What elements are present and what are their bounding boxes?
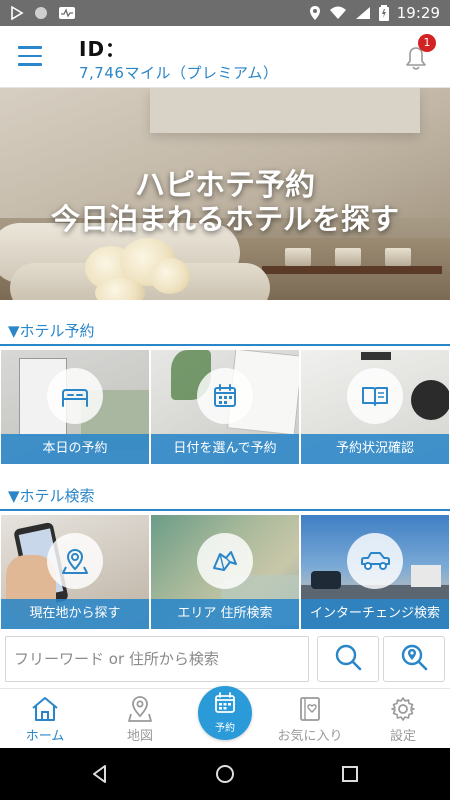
circle-icon [34, 6, 48, 20]
signal-icon [355, 6, 371, 20]
tile-label: エリア 住所検索 [151, 599, 299, 629]
tile-select-date[interactable]: 日付を選んで予約 [151, 350, 299, 464]
nav-map-label: 地図 [126, 729, 153, 744]
bed-icon [47, 368, 103, 424]
nav-home-label: ホーム [25, 729, 65, 744]
activity-icon [58, 6, 76, 20]
tile-label: 本日の予約 [1, 434, 149, 464]
miles-balance: 7,746マイル（プレミアム） [79, 64, 279, 82]
section-title-reservation: ▼ホテル予約 [8, 322, 95, 340]
map-search-button[interactable] [383, 636, 445, 682]
tile-label: 予約状況確認 [301, 434, 449, 464]
section-divider [0, 509, 450, 511]
home-circle-icon[interactable] [213, 762, 237, 786]
nav-home[interactable]: ホーム [0, 689, 90, 747]
nav-favorites[interactable]: お気に入り [265, 689, 355, 747]
battery-icon [378, 5, 389, 21]
play-store-icon [10, 6, 24, 20]
gear-icon [389, 695, 417, 723]
location-map-icon [47, 533, 103, 589]
favorite-book-icon [297, 695, 323, 723]
nav-reserve-label: 予約 [215, 723, 235, 734]
home-icon [30, 695, 60, 723]
location-icon [309, 5, 321, 21]
system-navigation-bar [0, 748, 450, 800]
user-id-label: ID： [79, 37, 127, 61]
recent-apps-icon[interactable] [338, 762, 362, 786]
tile-interchange-search[interactable]: インターチェンジ検索 [301, 515, 449, 629]
app-header: ID： 7,746マイル（プレミアム） 1 [0, 26, 450, 88]
tile-area-address-search[interactable]: エリア 住所検索 [151, 515, 299, 629]
tile-label: インターチェンジ検索 [301, 599, 449, 629]
calendar-icon [197, 368, 253, 424]
tile-today-reservation[interactable]: 本日の予約 [1, 350, 149, 464]
section-divider [0, 344, 450, 346]
map-pin-icon [127, 695, 153, 723]
status-time: 19:29 [396, 4, 440, 22]
nav-map[interactable]: 地図 [95, 689, 185, 747]
book-icon [347, 368, 403, 424]
tile-label: 現在地から探す [1, 599, 149, 629]
search-button[interactable] [317, 636, 379, 682]
section-title-search: ▼ホテル検索 [8, 487, 95, 505]
nav-reserve-button[interactable]: 予約 [198, 686, 252, 740]
tile-reservation-status[interactable]: 予約状況確認 [301, 350, 449, 464]
search-icon [333, 642, 363, 676]
calendar-icon [214, 692, 236, 718]
tile-label: 日付を選んで予約 [151, 434, 299, 464]
freeword-search-input[interactable] [5, 636, 309, 682]
car-icon [347, 533, 403, 589]
map-icon [197, 533, 253, 589]
nav-favorites-label: お気に入り [277, 729, 343, 744]
location-search-icon [399, 642, 429, 676]
notification-badge: 1 [418, 34, 436, 52]
status-bar: 19:29 [0, 0, 450, 26]
wifi-icon [329, 6, 347, 20]
hero-subtitle: 今日泊まれるホテルを探す [50, 202, 399, 236]
nav-settings[interactable]: 設定 [358, 689, 448, 747]
back-icon[interactable] [88, 762, 112, 786]
nav-settings-label: 設定 [389, 729, 416, 744]
tile-current-location[interactable]: 現在地から探す [1, 515, 149, 629]
hamburger-menu-icon[interactable] [18, 46, 42, 66]
